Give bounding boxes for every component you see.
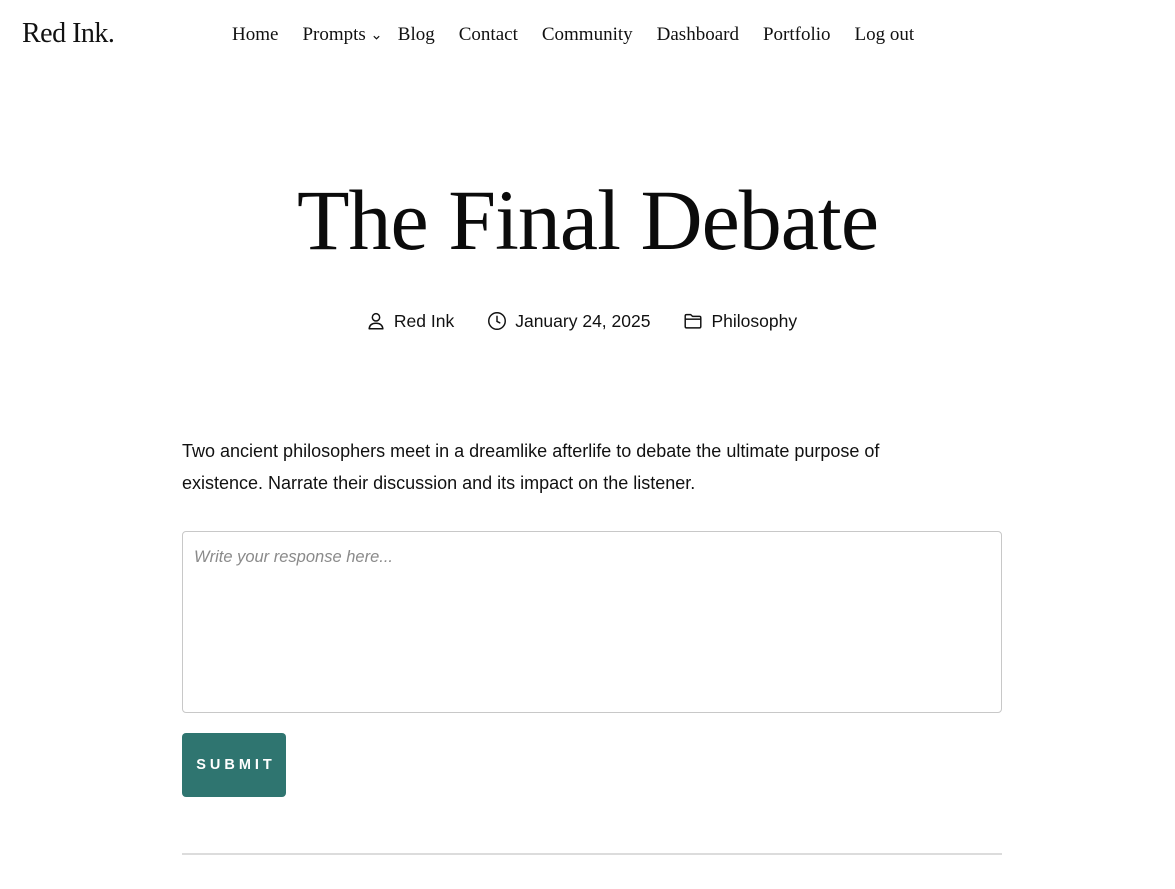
folder-icon: [684, 313, 702, 329]
nav-item-dashboard[interactable]: Dashboard: [657, 22, 739, 48]
nav-item-portfolio[interactable]: Portfolio: [763, 22, 831, 48]
main-nav: Home Prompts Blog Contact Community Dash…: [232, 22, 914, 48]
chevron-down-icon[interactable]: [372, 33, 381, 42]
post-title: The Final Debate: [296, 172, 879, 268]
post-meta: Red Ink January 24, 2025 Philosophy: [0, 310, 1175, 332]
post-date: January 24, 2025: [515, 310, 651, 331]
nav-item-log-out[interactable]: Log out: [855, 22, 915, 48]
nav-item-community[interactable]: Community: [542, 22, 633, 48]
site-logo[interactable]: Red Ink.: [22, 16, 115, 52]
category-name: Philosophy: [711, 310, 798, 331]
meta-category[interactable]: Philosophy: [682, 310, 797, 332]
author-name: Red Ink: [393, 310, 455, 331]
meta-date: January 24, 2025: [486, 310, 650, 332]
response-textarea[interactable]: [182, 531, 1002, 713]
divider: [182, 853, 1002, 855]
nav-item-blog[interactable]: Blog: [398, 22, 435, 48]
prompt-text: Two ancient philosophers meet in a dream…: [182, 441, 880, 493]
nav-item-prompts[interactable]: Prompts: [302, 22, 380, 48]
clock-icon: [488, 312, 507, 330]
submit-button[interactable]: SUBMIT: [182, 733, 286, 797]
nav-item-contact[interactable]: Contact: [459, 22, 518, 48]
nav-item-prompts-label: Prompts: [302, 24, 366, 45]
user-icon: [368, 312, 384, 330]
nav-item-home[interactable]: Home: [232, 22, 278, 48]
site-header: Red Ink. Home Prompts Blog Contact Commu…: [0, 0, 1175, 70]
meta-author[interactable]: Red Ink: [365, 310, 454, 332]
